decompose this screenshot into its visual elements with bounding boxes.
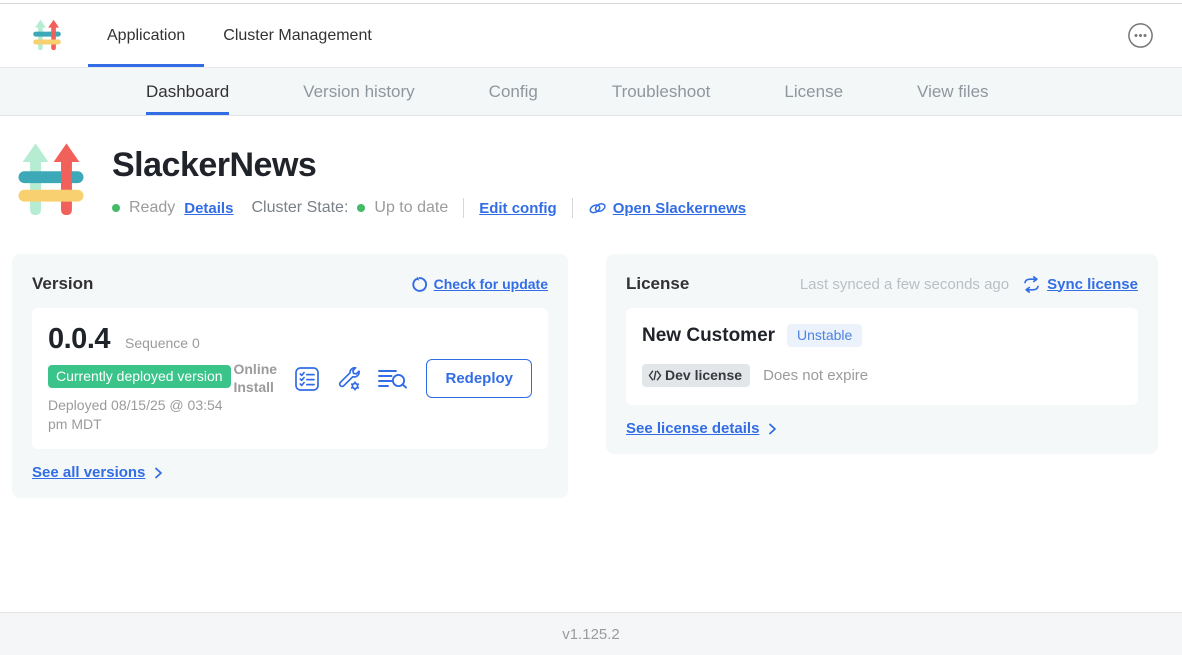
logs-search-icon (377, 366, 408, 391)
preflight-checks-button[interactable] (294, 366, 320, 392)
tab-application[interactable]: Application (88, 4, 204, 67)
chevron-right-icon (765, 422, 779, 436)
chain-link-icon (588, 200, 607, 217)
open-app-link[interactable]: Open Slackernews (588, 200, 746, 217)
slackernews-logo (18, 140, 84, 221)
tab-cluster-management[interactable]: Cluster Management (204, 4, 391, 67)
tab-cluster-management-label: Cluster Management (223, 27, 372, 45)
tab-application-label: Application (107, 27, 185, 45)
deploy-logs-button[interactable] (377, 366, 408, 391)
page-title: SlackerNews (112, 146, 746, 185)
subnav-troubleshoot-label: Troubleshoot (612, 82, 711, 102)
sync-license-label: Sync license (1047, 276, 1138, 293)
license-type-label: Dev license (665, 367, 742, 383)
main-content: SlackerNews Ready Details Cluster State:… (0, 116, 1182, 612)
check-for-update-link[interactable]: Check for update (411, 276, 548, 293)
see-license-details-link[interactable]: See license details (626, 420, 779, 437)
see-license-details-label: See license details (626, 420, 759, 437)
chevron-right-icon (151, 466, 165, 480)
subnav-config-label: Config (489, 82, 538, 102)
sequence-label: Sequence 0 (125, 335, 200, 351)
subnav-item-config[interactable]: Config (489, 68, 538, 115)
cluster-state-value: Up to date (374, 199, 448, 217)
details-link[interactable]: Details (184, 200, 233, 217)
version-card: Version Check for update 0.0.4 Se (12, 254, 568, 498)
cluster-state-label: Cluster State: (251, 199, 348, 217)
top-navbar: Application Cluster Management (0, 4, 1182, 68)
see-all-versions-label: See all versions (32, 464, 145, 481)
current-version-panel: 0.0.4 Sequence 0 Currently deployed vers… (32, 308, 548, 449)
app-header: SlackerNews Ready Details Cluster State:… (18, 140, 1182, 221)
open-app-label: Open Slackernews (613, 200, 746, 217)
install-type-label: Online Install (233, 361, 279, 396)
version-card-header: Version Check for update (32, 274, 548, 294)
ellipsis-circle-icon (1127, 22, 1154, 49)
license-type-badge: Dev license (642, 364, 750, 387)
edit-config-link[interactable]: Edit config (479, 200, 557, 217)
subnav-dashboard-label: Dashboard (146, 82, 229, 102)
version-card-title: Version (32, 274, 93, 294)
app-logo-icon (33, 18, 61, 53)
subnav-view-files-label: View files (917, 82, 989, 102)
channel-badge: Unstable (787, 324, 862, 347)
subnav-item-troubleshoot[interactable]: Troubleshoot (612, 68, 711, 115)
wrench-gear-icon (335, 365, 362, 392)
redeploy-button[interactable]: Redeploy (426, 359, 532, 398)
license-card-title: License (626, 274, 689, 294)
subnav-item-license[interactable]: License (784, 68, 843, 115)
check-for-update-label: Check for update (434, 276, 548, 292)
subnav-item-view-files[interactable]: View files (917, 68, 989, 115)
app-status-dot (112, 204, 120, 212)
last-synced-text: Last synced a few seconds ago (800, 276, 1009, 293)
subnav-version-history-label: Version history (303, 82, 415, 102)
version-number: 0.0.4 (48, 323, 110, 356)
app-subnav: Dashboard Version history Config Trouble… (0, 68, 1182, 116)
sync-license-link[interactable]: Sync license (1022, 276, 1138, 293)
console-version: v1.125.2 (562, 626, 620, 643)
sync-arrows-icon (1022, 276, 1041, 293)
footer-bar: v1.125.2 (0, 612, 1182, 655)
divider (572, 198, 573, 218)
checklist-icon (294, 366, 320, 392)
version-actions: Online Install (233, 359, 532, 398)
code-icon (648, 370, 662, 381)
app-status-row: Ready Details Cluster State: Up to date … (112, 198, 746, 218)
license-info-panel: New Customer Unstable Dev license Does n… (626, 308, 1138, 405)
app-status-text: Ready (129, 199, 175, 217)
cluster-state-dot (357, 204, 365, 212)
deployed-timestamp: Deployed 08/15/25 @ 03:54 pm MDT (48, 396, 233, 434)
license-card-header: License Last synced a few seconds ago Sy… (626, 274, 1138, 294)
subnav-item-dashboard[interactable]: Dashboard (146, 68, 229, 115)
see-all-versions-link[interactable]: See all versions (32, 464, 165, 481)
license-expiry: Does not expire (763, 367, 868, 384)
license-card: License Last synced a few seconds ago Sy… (606, 254, 1158, 454)
divider (463, 198, 464, 218)
refresh-icon (411, 276, 428, 293)
version-info: 0.0.4 Sequence 0 Currently deployed vers… (48, 323, 233, 434)
subnav-license-label: License (784, 82, 843, 102)
dashboard-cards: Version Check for update 0.0.4 Se (12, 254, 1170, 498)
view-config-button[interactable] (335, 365, 362, 392)
deployed-status-badge: Currently deployed version (48, 365, 231, 388)
overflow-menu-button[interactable] (1127, 22, 1154, 49)
subnav-item-version-history[interactable]: Version history (303, 68, 415, 115)
customer-name: New Customer (642, 325, 775, 347)
